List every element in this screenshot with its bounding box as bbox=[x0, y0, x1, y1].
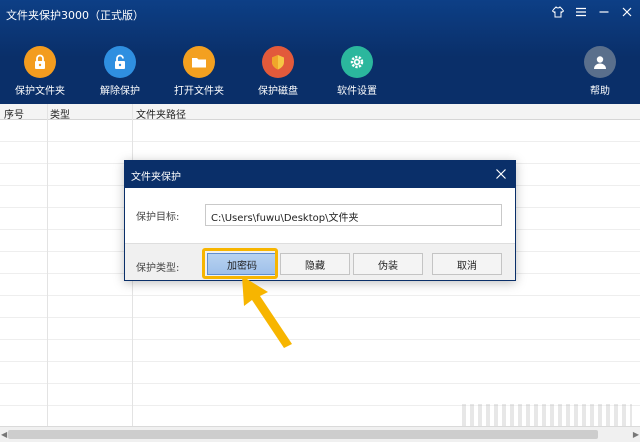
protect-folder-button[interactable]: 保护文件夹 bbox=[5, 46, 75, 97]
help-button[interactable]: 帮助 bbox=[565, 46, 635, 97]
column-divider bbox=[47, 104, 48, 426]
column-header-type[interactable]: 类型 bbox=[50, 106, 70, 121]
lock-icon bbox=[24, 46, 56, 78]
dialog-footer: 保护类型: 加密码 隐藏 伪装 取消 bbox=[125, 243, 515, 280]
menu-icon[interactable] bbox=[574, 5, 588, 19]
type-label: 保护类型: bbox=[136, 263, 180, 274]
dialog-title: 文件夹保护 bbox=[131, 172, 181, 183]
protect-dialog: 文件夹保护 保护目标: C:\Users\fuwu\Desktop\文件夹 保护… bbox=[124, 160, 516, 281]
horizontal-scrollbar[interactable]: ◀ ▶ bbox=[0, 426, 640, 442]
skin-icon[interactable] bbox=[551, 5, 565, 19]
column-header-path[interactable]: 文件夹路径 bbox=[136, 106, 186, 121]
scrollbar-thumb[interactable] bbox=[8, 430, 598, 439]
help-label: 帮助 bbox=[590, 86, 610, 97]
close-icon[interactable] bbox=[620, 5, 634, 19]
protect-disk-button[interactable]: 保护磁盘 bbox=[243, 46, 313, 97]
toolbar-label: 软件设置 bbox=[337, 86, 377, 97]
dialog-close-icon[interactable] bbox=[495, 168, 507, 180]
scroll-right-icon[interactable]: ▶ bbox=[633, 430, 639, 439]
dialog-titlebar: 文件夹保护 bbox=[125, 161, 515, 188]
dialog-body: 保护目标: C:\Users\fuwu\Desktop\文件夹 bbox=[125, 188, 515, 243]
toolbar-label: 保护文件夹 bbox=[15, 86, 65, 97]
column-header-index[interactable]: 序号 bbox=[4, 106, 24, 121]
app-header: 文件夹保护3000（正式版） 保护文件夹 解除保护 打开文件夹 保护磁盘 软件设… bbox=[0, 0, 640, 104]
pointer-arrow-icon bbox=[242, 276, 292, 348]
scroll-left-icon[interactable]: ◀ bbox=[1, 430, 7, 439]
disguise-button[interactable]: 伪装 bbox=[353, 253, 423, 275]
toolbar-label: 解除保护 bbox=[100, 86, 140, 97]
cancel-button[interactable]: 取消 bbox=[432, 253, 502, 275]
watermark bbox=[462, 404, 632, 426]
table-header: 序号 类型 文件夹路径 bbox=[0, 104, 640, 121]
target-label: 保护目标: bbox=[136, 212, 180, 223]
window-controls bbox=[551, 5, 634, 19]
unprotect-button[interactable]: 解除保护 bbox=[85, 46, 155, 97]
toolbar-label: 保护磁盘 bbox=[258, 86, 298, 97]
toolbar-label: 打开文件夹 bbox=[174, 86, 224, 97]
gear-icon bbox=[341, 46, 373, 78]
user-help-icon bbox=[584, 46, 616, 78]
folder-icon bbox=[183, 46, 215, 78]
minimize-icon[interactable] bbox=[597, 5, 611, 19]
open-folder-button[interactable]: 打开文件夹 bbox=[164, 46, 234, 97]
unlock-icon bbox=[104, 46, 136, 78]
settings-button[interactable]: 软件设置 bbox=[322, 46, 392, 97]
target-path-field[interactable]: C:\Users\fuwu\Desktop\文件夹 bbox=[205, 204, 502, 226]
app-title: 文件夹保护3000（正式版） bbox=[6, 9, 144, 22]
shield-icon bbox=[262, 46, 294, 78]
